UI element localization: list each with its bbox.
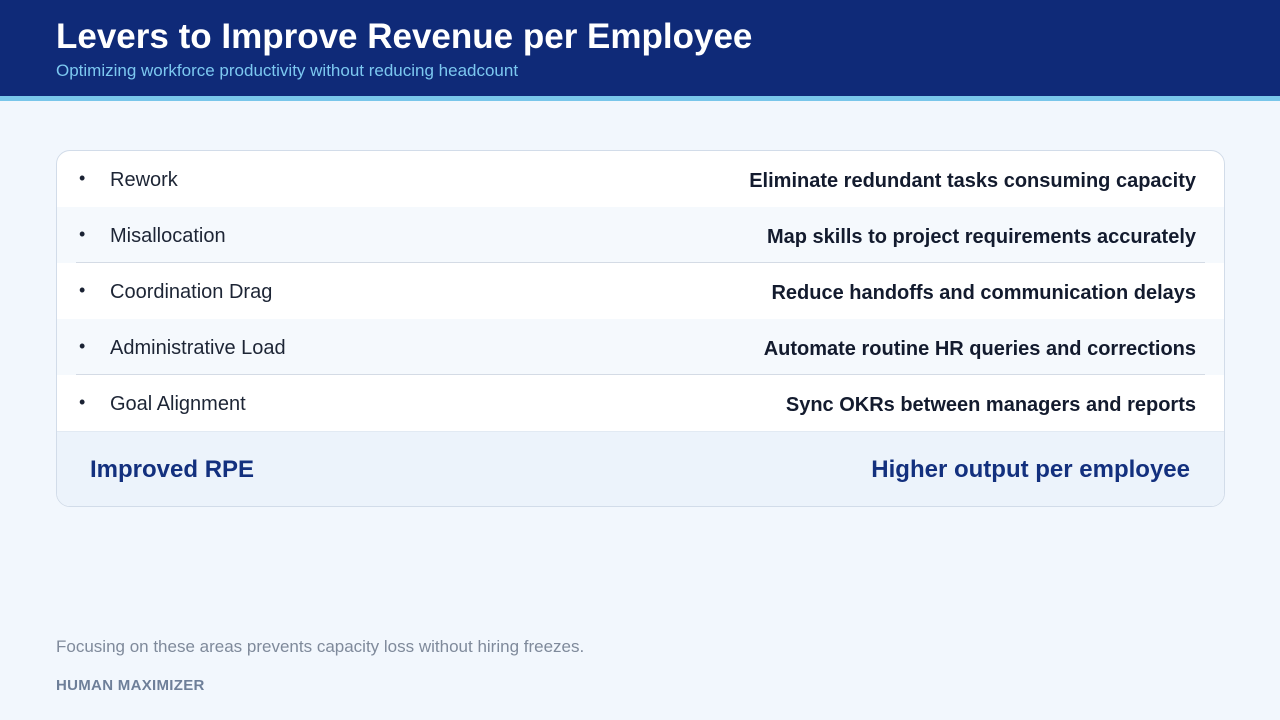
lever-row-misallocation: • Misallocation Map skills to project re… (57, 207, 1224, 263)
lever-action: Map skills to project requirements accur… (766, 226, 1196, 248)
result-outcome: Higher output per employee (871, 456, 1190, 483)
lever-action: Automate routine HR queries and correcti… (763, 338, 1196, 360)
lever-label: Rework (110, 169, 178, 191)
result-label: Improved RPE (90, 456, 255, 483)
footnote: Focusing on these areas prevents capacit… (56, 637, 585, 656)
header-accent-line (0, 96, 1280, 101)
lever-label: Administrative Load (110, 337, 286, 359)
header-bar: Levers to Improve Revenue per Employee O… (0, 0, 1280, 96)
result-row: Improved RPE Higher output per employee (57, 431, 1224, 506)
lever-row-coordination-drag: • Coordination Drag Reduce handoffs and … (57, 263, 1224, 319)
lever-label: Coordination Drag (110, 281, 273, 303)
lever-action: Eliminate redundant tasks consuming capa… (749, 170, 1196, 192)
bullet-icon: • (79, 336, 86, 356)
levers-card: • Rework Eliminate redundant tasks consu… (56, 150, 1225, 507)
bullet-icon: • (79, 224, 86, 244)
bullet-icon: • (79, 168, 86, 188)
bullet-icon: • (79, 280, 86, 300)
page-subtitle: Optimizing workforce productivity withou… (56, 61, 519, 80)
lever-row-rework: • Rework Eliminate redundant tasks consu… (57, 151, 1224, 207)
brand-label: HUMAN MAXIMIZER (56, 677, 205, 694)
lever-label: Goal Alignment (110, 393, 246, 415)
bullet-icon: • (79, 392, 86, 412)
lever-label: Misallocation (110, 225, 226, 247)
page-title: Levers to Improve Revenue per Employee (56, 17, 753, 56)
lever-row-administrative-load: • Administrative Load Automate routine H… (57, 319, 1224, 375)
lever-action: Sync OKRs between managers and reports (785, 394, 1196, 416)
lever-row-goal-alignment: • Goal Alignment Sync OKRs between manag… (57, 375, 1224, 431)
lever-action: Reduce handoffs and communication delays (771, 282, 1196, 304)
